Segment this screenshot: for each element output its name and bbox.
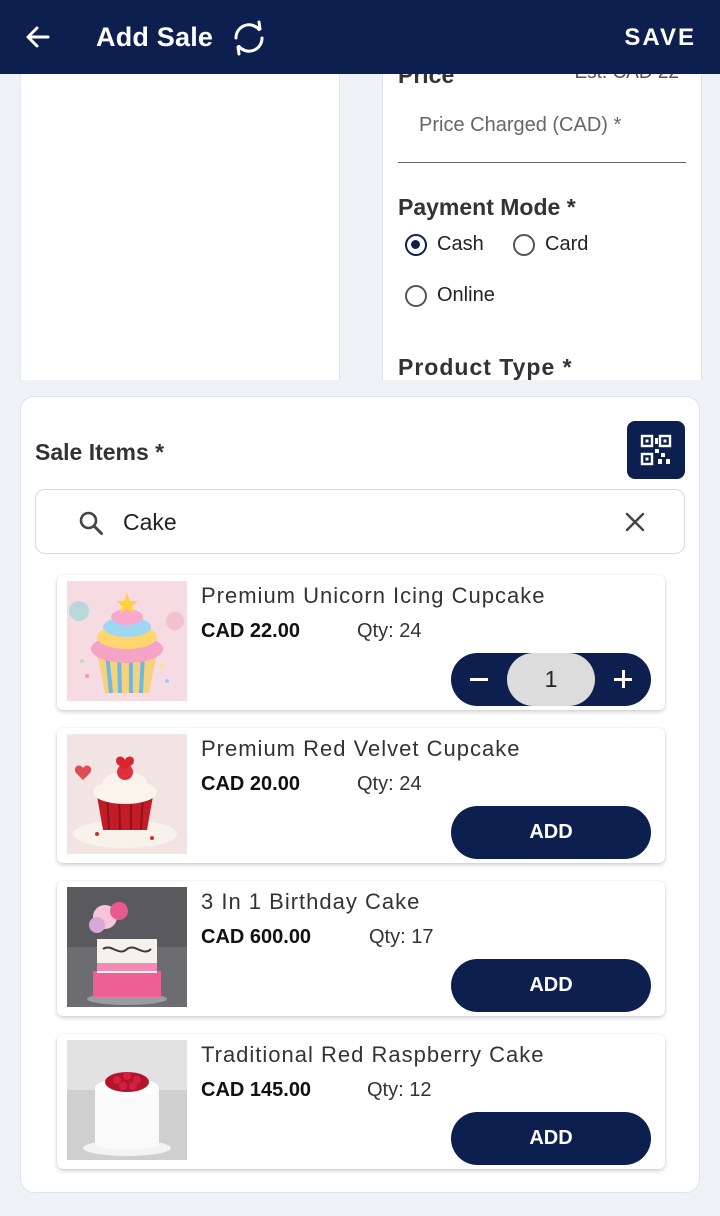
save-button[interactable]: SAVE: [624, 24, 696, 52]
radio-unselected-icon: [513, 233, 535, 256]
decrement-button[interactable]: [451, 653, 507, 706]
add-to-sale-button[interactable]: ADD: [451, 806, 651, 859]
quantity-stepper: 1: [451, 653, 651, 706]
payment-radio-card[interactable]: Card: [513, 233, 588, 256]
sale-items-card: Sale Items * Cake Premium Unicorn Icing …: [20, 396, 700, 1193]
product-stock-qty: Qty: 24: [357, 620, 422, 642]
radio-unselected-icon: [405, 284, 427, 307]
search-input-value[interactable]: Cake: [123, 509, 177, 536]
product-image-unicorn-cupcake: [67, 581, 187, 701]
product-list-item[interactable]: Premium Red Velvet Cupcake CAD 20.00 Qty…: [57, 728, 665, 863]
increment-button[interactable]: [595, 653, 651, 706]
product-price: CAD 22.00: [201, 620, 300, 642]
product-name: 3 In 1 Birthday Cake: [201, 889, 421, 914]
product-price: CAD 145.00: [201, 1079, 312, 1101]
app-bar: Add Sale SAVE: [0, 0, 720, 74]
sale-items-title: Sale Items *: [35, 439, 165, 465]
qr-code-icon: [640, 434, 672, 466]
product-list-item[interactable]: Premium Unicorn Icing Cupcake CAD 22.00 …: [57, 575, 665, 710]
add-to-sale-button[interactable]: ADD: [451, 959, 651, 1012]
product-stock-qty: Qty: 12: [367, 1079, 432, 1101]
product-price: CAD 600.00: [201, 926, 312, 948]
quantity-value[interactable]: 1: [507, 653, 595, 706]
page-title: Add Sale: [96, 22, 214, 52]
price-charged-input[interactable]: Price Charged (CAD) *: [398, 100, 686, 163]
product-list-item[interactable]: Traditional Red Raspberry Cake CAD 145.0…: [57, 1034, 665, 1169]
search-icon: [79, 511, 103, 535]
product-name: Premium Unicorn Icing Cupcake: [201, 583, 546, 608]
add-to-sale-button[interactable]: ADD: [451, 1112, 651, 1165]
payment-option-label: Card: [545, 233, 589, 255]
product-stock-qty: Qty: 24: [357, 773, 422, 795]
product-name: Traditional Red Raspberry Cake: [201, 1042, 545, 1067]
payment-radio-online[interactable]: Online: [405, 284, 495, 307]
refresh-icon[interactable]: [228, 17, 270, 59]
product-search-field[interactable]: Cake: [35, 489, 685, 554]
qr-scan-button[interactable]: [627, 421, 685, 479]
payment-option-label: Online: [437, 284, 495, 306]
product-stock-qty: Qty: 17: [369, 926, 434, 948]
close-icon[interactable]: [624, 511, 646, 533]
product-name: Premium Red Velvet Cupcake: [201, 736, 521, 761]
back-arrow-icon[interactable]: [22, 21, 54, 53]
payment-radio-cash[interactable]: Cash: [405, 233, 484, 256]
product-price: CAD 20.00: [201, 773, 300, 795]
right-form-panel: Price Est. CAD 22 Price Charged (CAD) * …: [382, 60, 702, 380]
product-list-item[interactable]: 3 In 1 Birthday Cake CAD 600.00 Qty: 17 …: [57, 881, 665, 1016]
product-image-red-velvet-cupcake: [67, 734, 187, 854]
payment-mode-label: Payment Mode *: [398, 194, 576, 220]
product-type-label: Product Type *: [398, 354, 573, 380]
payment-option-label: Cash: [437, 233, 484, 255]
left-form-panel: [20, 60, 340, 380]
radio-selected-icon: [405, 233, 427, 256]
price-charged-placeholder: Price Charged (CAD) *: [419, 114, 622, 136]
product-image-raspberry-cake: [67, 1040, 187, 1160]
product-image-birthday-cake: [67, 887, 187, 1007]
